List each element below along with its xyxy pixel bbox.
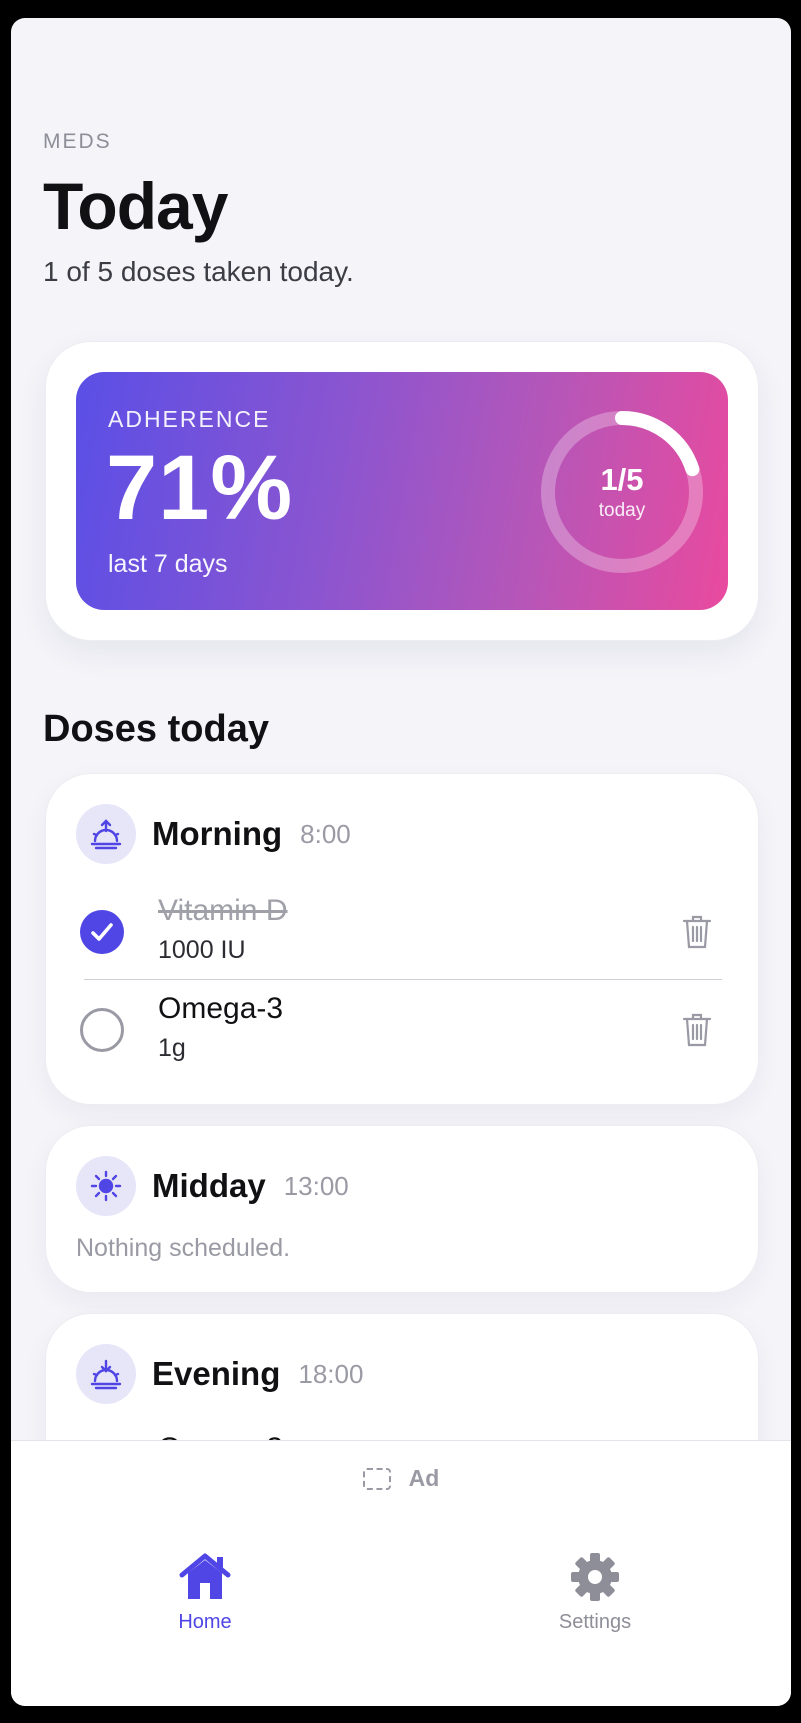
tab-home[interactable]: Home — [105, 1551, 305, 1634]
adherence-value: 71% — [106, 437, 294, 539]
period-time: 8:00 — [300, 818, 351, 849]
sunrise-icon — [76, 804, 136, 864]
sunset-icon — [76, 1344, 136, 1404]
period-header: Morning 8:00 — [76, 804, 351, 864]
tab-label: Home — [178, 1611, 232, 1633]
page-title: Today — [43, 169, 228, 243]
trash-icon[interactable] — [682, 1012, 712, 1048]
dose-checkbox-checked[interactable] — [80, 910, 124, 954]
period-time: 13:00 — [283, 1170, 349, 1201]
adherence-card: ADHERENCE 71% last 7 days 1/5 today — [45, 341, 759, 641]
period-time: 18:00 — [298, 1358, 364, 1389]
ring-count: 1/5 — [600, 462, 644, 497]
period-name: Evening — [152, 1355, 281, 1392]
tab-settings[interactable]: Settings — [495, 1551, 695, 1634]
sun-icon — [76, 1156, 136, 1216]
checkmark-icon — [91, 923, 113, 941]
home-icon — [179, 1553, 231, 1599]
dose-amount: 1g — [158, 1034, 186, 1062]
dose-checkbox[interactable] — [80, 1008, 124, 1052]
dose-name: Omega-3 — [158, 1432, 283, 1440]
dose-name: Omega-3 — [158, 992, 284, 1025]
empty-state-text: Nothing scheduled. — [76, 1234, 291, 1262]
adherence-label: ADHERENCE — [108, 406, 271, 432]
dose-name: Vitamin D — [158, 894, 288, 927]
period-header: Evening 18:00 — [76, 1344, 363, 1404]
tab-label: Settings — [558, 1611, 632, 1633]
dose-row[interactable]: Omega-3 1g — [76, 982, 728, 1078]
ad-banner[interactable]: Ad — [11, 1465, 791, 1492]
period-header: Midday 13:00 — [76, 1156, 349, 1216]
period-name: Morning — [152, 815, 283, 852]
app-screen: MEDS Today 1 of 5 doses taken today. ADH… — [11, 18, 791, 1706]
period-card-morning: Morning 8:00 Vitamin D 1000 IU Omega-3 1… — [45, 773, 759, 1105]
ring-caption: today — [598, 500, 646, 521]
doses-section-title: Doses today — [43, 708, 269, 750]
ad-placeholder-icon — [362, 1467, 391, 1490]
period-card-midday: Midday 13:00 Nothing scheduled. — [45, 1125, 759, 1293]
period-name: Midday — [152, 1167, 266, 1204]
adherence-caption: last 7 days — [108, 550, 228, 578]
scroll-content[interactable]: MEDS Today 1 of 5 doses taken today. ADH… — [11, 18, 791, 1440]
page-subtitle: 1 of 5 doses taken today. — [43, 256, 354, 287]
ad-label: Ad — [408, 1465, 440, 1491]
gear-icon — [571, 1553, 619, 1601]
dose-row[interactable]: Vitamin D 1000 IU — [76, 884, 728, 980]
dose-row[interactable]: Omega-3 — [76, 1422, 728, 1440]
app-eyebrow: MEDS — [43, 130, 112, 153]
adherence-banner: ADHERENCE 71% last 7 days 1/5 today — [76, 372, 728, 610]
period-card-evening: Evening 18:00 Omega-3 — [45, 1313, 759, 1440]
bottom-bar: Ad Home Settings — [11, 1440, 791, 1706]
dose-divider — [84, 979, 722, 980]
trash-icon[interactable] — [682, 914, 712, 950]
dose-amount: 1000 IU — [158, 936, 246, 964]
